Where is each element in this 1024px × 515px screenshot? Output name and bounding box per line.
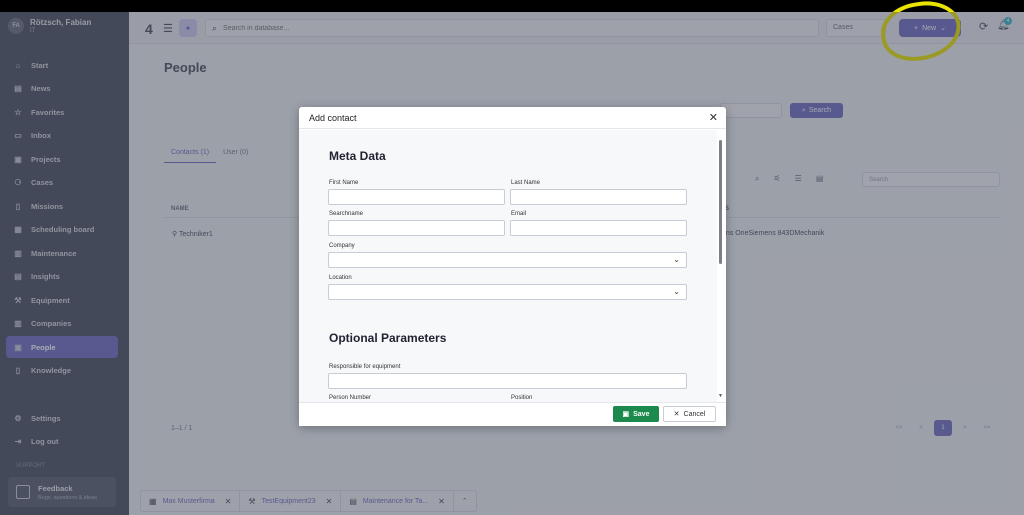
save-button[interactable]: ▣ Save	[613, 406, 659, 422]
last-name-label: Last Name	[511, 180, 541, 186]
company-label: Company	[329, 243, 355, 249]
screen-top-bar	[0, 0, 1024, 12]
dialog-scrollbar[interactable]: ▼	[718, 138, 723, 400]
chevron-down-icon: ⌄	[673, 287, 680, 296]
person-number-label: Person Number	[329, 395, 372, 401]
searchname-field[interactable]	[328, 220, 505, 236]
responsible-label: Responsible for equipment	[329, 364, 401, 370]
cancel-button-label: Cancel	[683, 410, 706, 418]
last-name-field[interactable]	[510, 189, 687, 205]
dialog-title: Add contact	[309, 113, 357, 123]
save-button-label: Save	[633, 410, 650, 418]
location-label: Location	[329, 275, 352, 281]
location-select[interactable]: ⌄	[328, 284, 687, 300]
chevron-down-icon: ⌄	[673, 255, 680, 264]
email-label: Email	[511, 211, 527, 217]
dialog-body: Meta Data First Name Last Name Searchnam…	[299, 130, 717, 402]
optional-parameters-heading: Optional Parameters	[329, 331, 447, 345]
first-name-label: First Name	[329, 180, 359, 186]
email-field[interactable]	[510, 220, 687, 236]
close-icon: ✕	[673, 411, 680, 418]
responsible-field[interactable]	[328, 373, 687, 389]
company-select[interactable]: ⌄	[328, 252, 687, 268]
save-icon: ▣	[622, 411, 630, 418]
close-icon[interactable]: ✕	[709, 111, 718, 124]
position-label: Position	[511, 395, 533, 401]
dialog-footer: ▣ Save ✕ Cancel	[299, 402, 726, 426]
scroll-down-arrow[interactable]: ▼	[718, 393, 723, 399]
scrollbar-thumb[interactable]	[719, 140, 722, 264]
dialog-header: Add contact ✕	[299, 107, 726, 129]
cancel-button[interactable]: ✕ Cancel	[663, 406, 716, 422]
add-contact-dialog: Add contact ✕ Meta Data First Name Last …	[299, 107, 726, 426]
meta-data-heading: Meta Data	[329, 149, 386, 163]
first-name-field[interactable]	[328, 189, 505, 205]
searchname-label: Searchname	[329, 211, 364, 217]
